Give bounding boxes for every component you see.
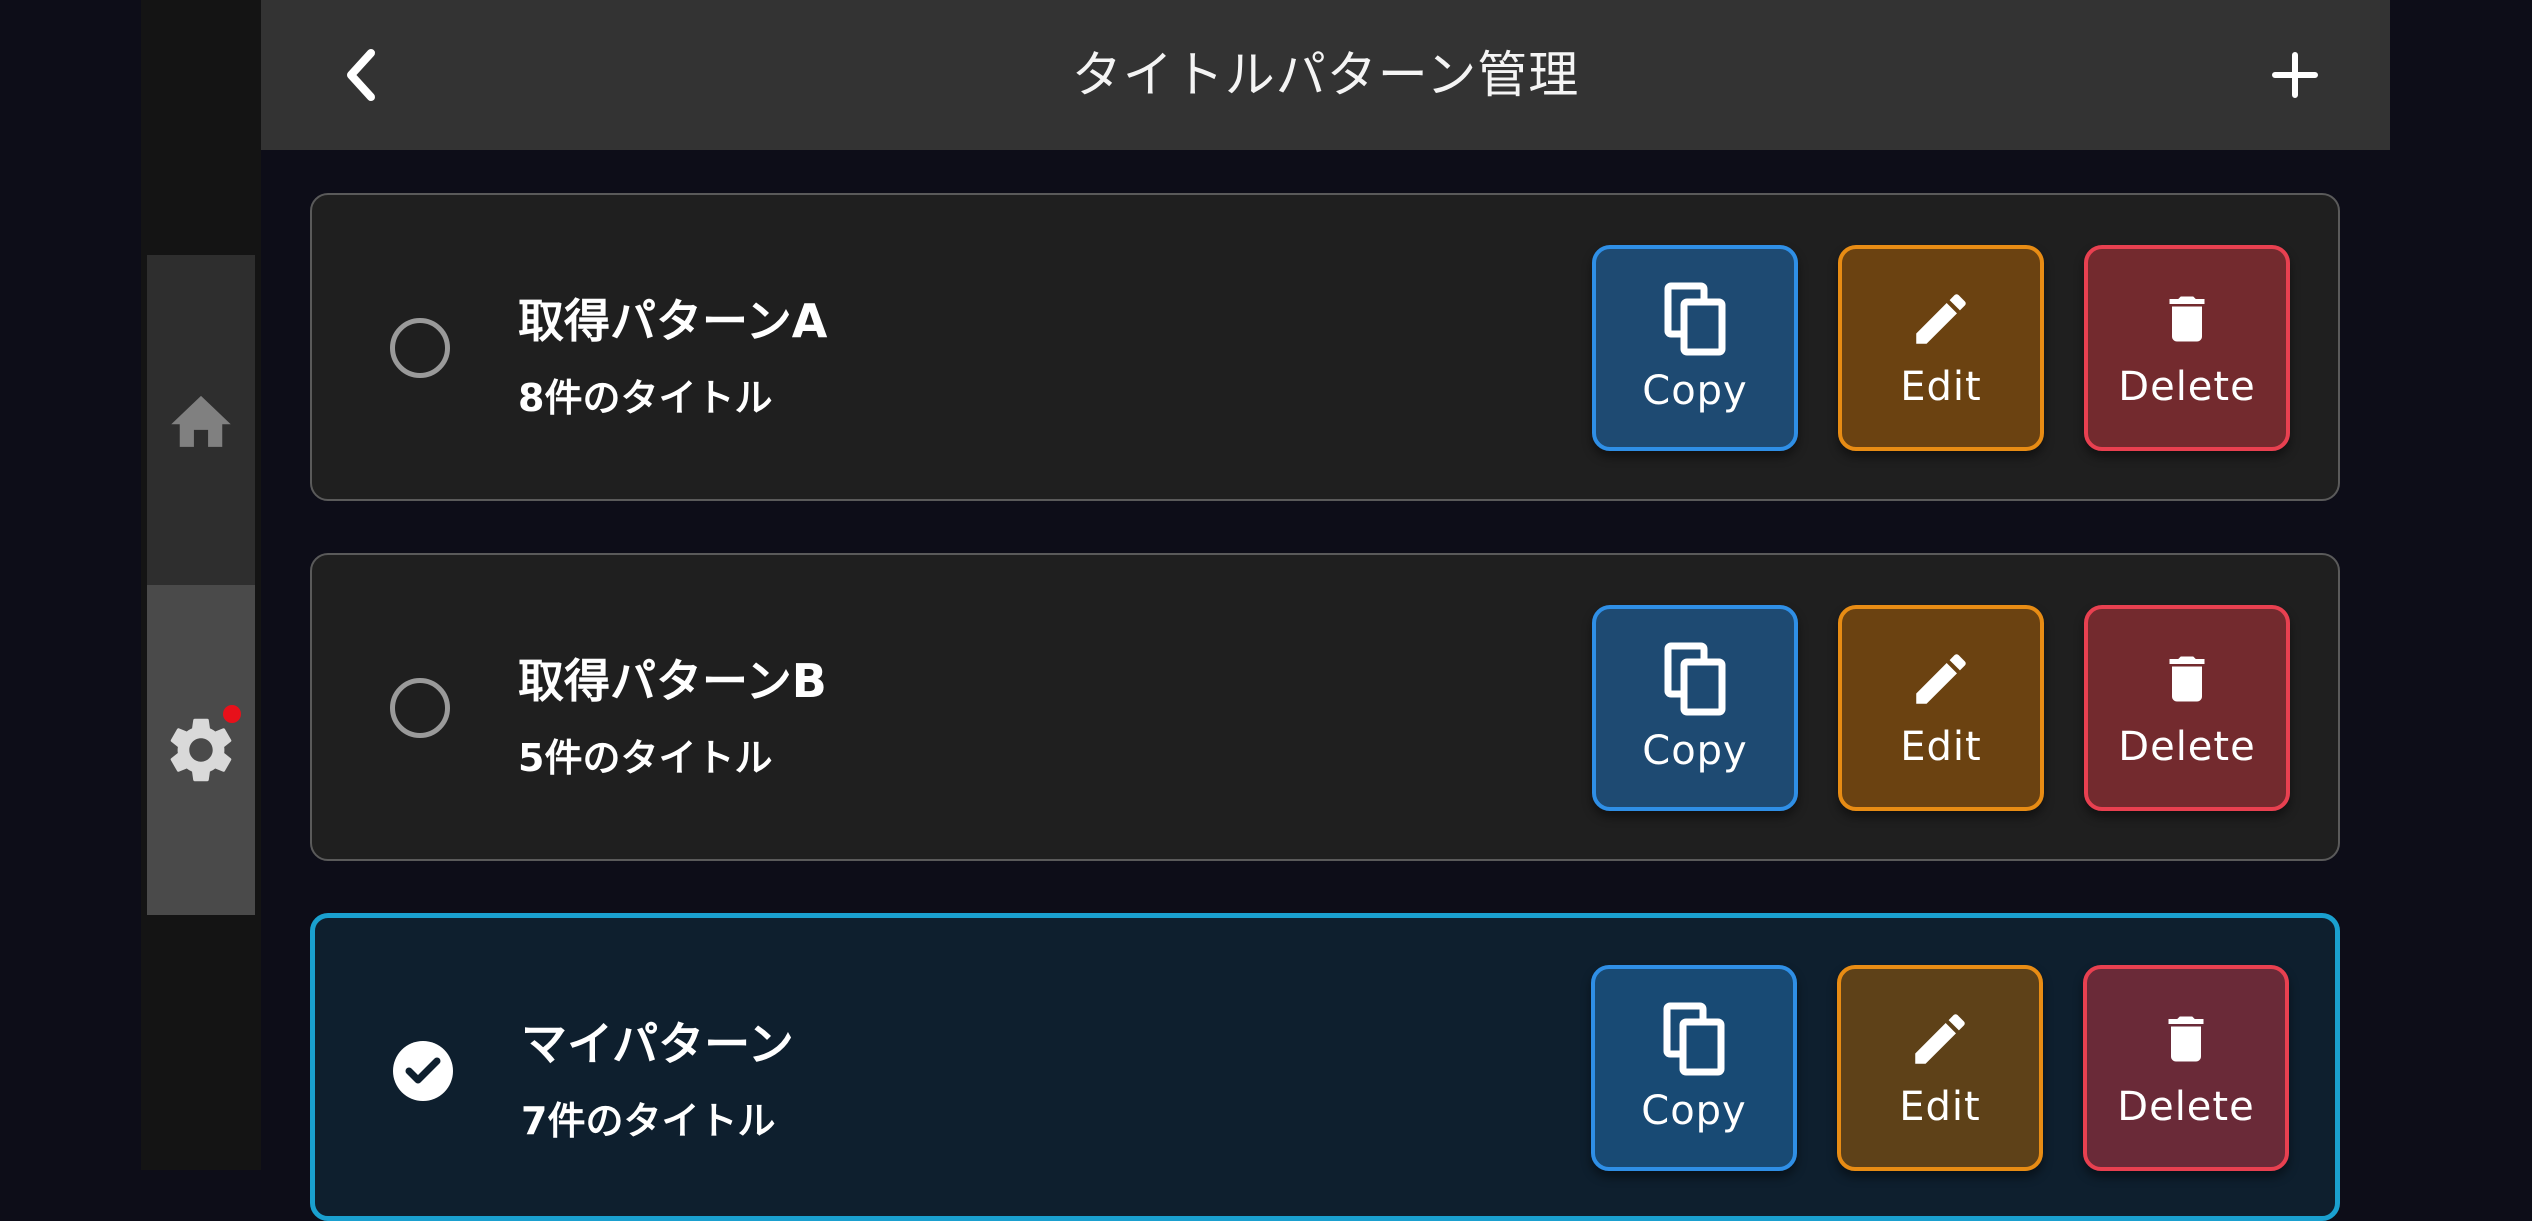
delete-button[interactable]: Delete [2084, 245, 2290, 451]
edit-button[interactable]: Edit [1837, 965, 2043, 1171]
copy-button[interactable]: Copy [1592, 605, 1798, 811]
copy-button[interactable]: Copy [1592, 245, 1798, 451]
gear-icon [170, 718, 232, 782]
edit-button[interactable]: Edit [1838, 245, 2044, 451]
nav-rail [147, 255, 255, 915]
radio-button[interactable] [390, 678, 450, 738]
copy-icon [1664, 642, 1726, 716]
delete-label: Delete [2118, 724, 2256, 770]
nav-item-home[interactable] [147, 255, 255, 585]
copy-button[interactable]: Copy [1591, 965, 1797, 1171]
delete-button[interactable]: Delete [2083, 965, 2289, 1171]
copy-label: Copy [1642, 728, 1748, 774]
trash-icon [2168, 1016, 2204, 1062]
copy-label: Copy [1642, 368, 1748, 414]
edit-button[interactable]: Edit [1838, 605, 2044, 811]
pattern-title-count: 7件のタイトル [521, 1099, 776, 1143]
app-header: タイトルパターン管理 [261, 0, 2390, 150]
edit-label: Edit [1900, 724, 1982, 770]
trash-icon [2169, 656, 2205, 702]
home-icon [171, 395, 231, 447]
copy-label: Copy [1641, 1088, 1747, 1134]
pattern-card-selected[interactable]: マイパターン 7件のタイトル Copy Edit Delete [310, 913, 2340, 1221]
page-title: タイトルパターン管理 [1071, 46, 1580, 104]
copy-icon [1663, 1002, 1725, 1076]
add-pattern-button[interactable] [2264, 44, 2326, 106]
plus-icon [2272, 52, 2318, 98]
delete-label: Delete [2118, 364, 2256, 410]
pattern-name: 取得パターンA [518, 294, 828, 348]
pencil-icon [1915, 1014, 1965, 1064]
delete-button[interactable]: Delete [2084, 605, 2290, 811]
notification-dot [223, 705, 241, 723]
trash-icon [2169, 296, 2205, 342]
pattern-title-count: 5件のタイトル [518, 736, 773, 780]
delete-label: Delete [2117, 1084, 2255, 1130]
back-button[interactable] [331, 44, 391, 106]
radio-button[interactable] [390, 318, 450, 378]
edit-label: Edit [1899, 1084, 1981, 1130]
nav-item-settings[interactable] [147, 585, 255, 915]
pencil-icon [1916, 654, 1966, 704]
pencil-icon [1916, 294, 1966, 344]
check-circle-icon[interactable] [393, 1041, 453, 1101]
edit-label: Edit [1900, 364, 1982, 410]
copy-icon [1664, 282, 1726, 356]
chevron-left-icon [347, 49, 375, 101]
pattern-title-count: 8件のタイトル [518, 376, 773, 420]
pattern-card[interactable]: 取得パターンA 8件のタイトル Copy Edit Delete [310, 193, 2340, 501]
pattern-card[interactable]: 取得パターンB 5件のタイトル Copy Edit Delete [310, 553, 2340, 861]
pattern-name: 取得パターンB [518, 654, 827, 708]
pattern-name: マイパターン [521, 1017, 794, 1071]
